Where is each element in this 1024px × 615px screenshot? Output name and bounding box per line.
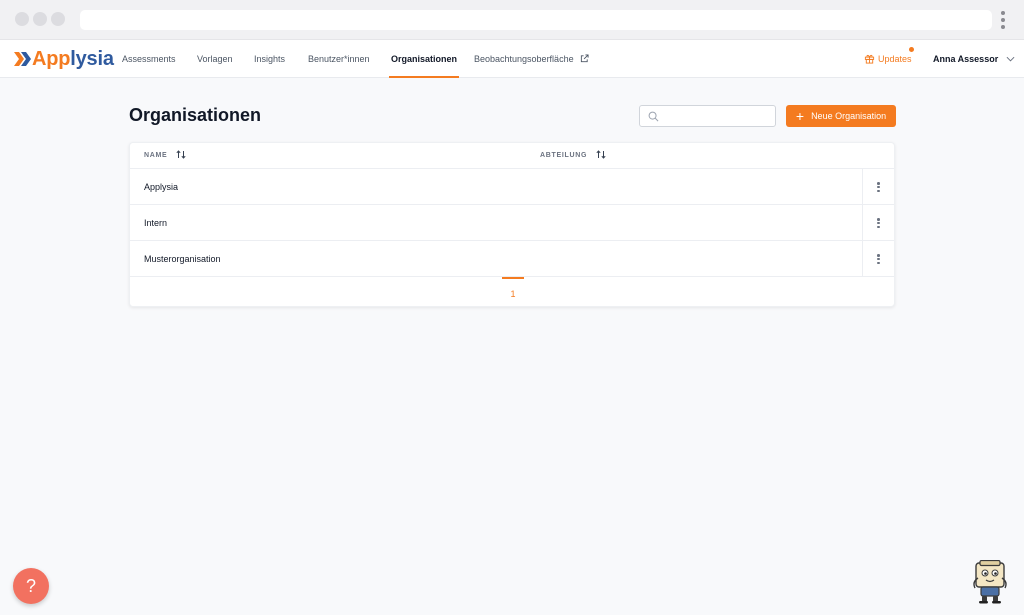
nav-insights[interactable]: Insights bbox=[254, 40, 285, 78]
window-maximize-button[interactable] bbox=[51, 12, 65, 26]
plus-icon: + bbox=[795, 108, 805, 124]
pagination: 1 bbox=[130, 277, 894, 307]
top-navbar: Applysia Assessments Vorlagen Insights B… bbox=[0, 40, 1024, 78]
gift-icon bbox=[864, 55, 875, 64]
column-header-abteilung[interactable]: ABTEILUNG bbox=[540, 143, 606, 169]
window-close-button[interactable] bbox=[15, 12, 29, 26]
main-content: Organisationen + Neue Organisation NAME … bbox=[0, 78, 1024, 615]
nav-beobachtungsoberflaeche[interactable]: Beobachtungsoberfläche bbox=[474, 40, 589, 78]
logo-text-app: App bbox=[32, 48, 71, 70]
row-actions-button[interactable] bbox=[862, 169, 894, 205]
logo-text: Applysia bbox=[32, 46, 114, 72]
window-minimize-button[interactable] bbox=[33, 12, 47, 26]
applysia-logo[interactable]: Applysia bbox=[14, 46, 114, 72]
browser-menu-icon[interactable] bbox=[998, 11, 1008, 29]
table-row[interactable]: Musterorganisation bbox=[130, 241, 894, 277]
search-input[interactable] bbox=[664, 108, 772, 124]
nav-assessments[interactable]: Assessments bbox=[122, 40, 176, 78]
external-link-icon bbox=[580, 54, 589, 63]
updates-label: Updates bbox=[878, 54, 912, 64]
row-name: Applysia bbox=[144, 182, 179, 192]
organisations-table: NAME ABTEILUNG Applysia Intern Musterorg… bbox=[129, 142, 895, 307]
row-actions-button[interactable] bbox=[862, 241, 894, 277]
mascot-assistant-icon[interactable] bbox=[970, 560, 1012, 604]
browser-toolbar bbox=[0, 0, 1024, 40]
sort-icon bbox=[176, 149, 186, 159]
column-header-abteilung-label: ABTEILUNG bbox=[540, 152, 588, 159]
nav-vorlagen[interactable]: Vorlagen bbox=[197, 40, 233, 78]
column-header-name[interactable]: NAME bbox=[144, 143, 186, 169]
updates-button[interactable]: Updates bbox=[864, 40, 914, 78]
sort-icon bbox=[596, 149, 606, 159]
nav-beobachtungsoberflaeche-label: Beobachtungsoberfläche bbox=[474, 54, 574, 64]
new-organisation-button[interactable]: + Neue Organisation bbox=[786, 105, 896, 127]
new-organisation-label: Neue Organisation bbox=[811, 111, 887, 121]
user-menu[interactable]: Anna Assessor bbox=[933, 40, 1015, 78]
logo-text-lysia: lysia bbox=[70, 48, 114, 70]
more-vertical-icon bbox=[877, 218, 880, 228]
updates-notification-dot bbox=[909, 47, 914, 52]
page-title: Organisationen bbox=[129, 105, 262, 125]
address-bar[interactable] bbox=[80, 10, 992, 30]
nav-organisationen[interactable]: Organisationen bbox=[389, 40, 460, 78]
table-row[interactable]: Intern bbox=[130, 205, 894, 241]
chevron-down-icon bbox=[1006, 56, 1015, 62]
nav-organisationen-label: Organisationen bbox=[391, 54, 458, 64]
user-name: Anna Assessor bbox=[933, 54, 999, 64]
row-name: Musterorganisation bbox=[144, 254, 221, 264]
table-header: NAME ABTEILUNG bbox=[130, 143, 894, 169]
row-actions-button[interactable] bbox=[862, 205, 894, 241]
table-row[interactable]: Applysia bbox=[130, 169, 894, 205]
page-number-current[interactable]: 1 bbox=[502, 277, 524, 307]
row-name: Intern bbox=[144, 218, 168, 228]
more-vertical-icon bbox=[877, 182, 880, 192]
column-header-name-label: NAME bbox=[144, 152, 168, 159]
search-icon bbox=[648, 111, 659, 122]
logo-chevrons-icon bbox=[14, 51, 31, 67]
more-vertical-icon bbox=[877, 254, 880, 264]
search-field[interactable] bbox=[639, 105, 776, 127]
nav-benutzer-innen[interactable]: Benutzer*innen bbox=[308, 40, 370, 78]
help-button[interactable]: ? bbox=[13, 568, 49, 604]
